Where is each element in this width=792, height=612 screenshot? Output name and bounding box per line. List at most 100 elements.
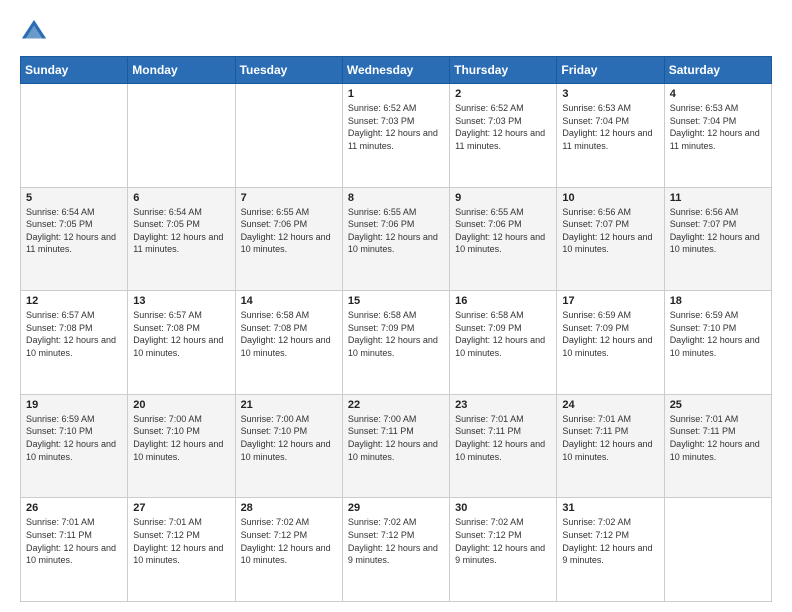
- day-number: 3: [562, 88, 658, 100]
- day-info: Sunrise: 7:01 AMSunset: 7:12 PMDaylight:…: [133, 517, 223, 565]
- calendar-cell: 2 Sunrise: 6:52 AMSunset: 7:03 PMDayligh…: [450, 84, 557, 188]
- calendar-cell: 13 Sunrise: 6:57 AMSunset: 7:08 PMDaylig…: [128, 291, 235, 395]
- day-number: 11: [670, 192, 766, 204]
- calendar-cell: 8 Sunrise: 6:55 AMSunset: 7:06 PMDayligh…: [342, 187, 449, 291]
- day-number: 29: [348, 502, 444, 514]
- calendar-cell: 30 Sunrise: 7:02 AMSunset: 7:12 PMDaylig…: [450, 498, 557, 602]
- calendar-cell: [664, 498, 771, 602]
- calendar-cell: 5 Sunrise: 6:54 AMSunset: 7:05 PMDayligh…: [21, 187, 128, 291]
- calendar-week-row: 19 Sunrise: 6:59 AMSunset: 7:10 PMDaylig…: [21, 394, 772, 498]
- calendar-day-header: Sunday: [21, 57, 128, 84]
- day-info: Sunrise: 6:56 AMSunset: 7:07 PMDaylight:…: [670, 207, 760, 255]
- calendar-cell: 1 Sunrise: 6:52 AMSunset: 7:03 PMDayligh…: [342, 84, 449, 188]
- day-number: 31: [562, 502, 658, 514]
- day-number: 20: [133, 399, 229, 411]
- calendar-cell: 10 Sunrise: 6:56 AMSunset: 7:07 PMDaylig…: [557, 187, 664, 291]
- logo: [20, 18, 52, 46]
- day-info: Sunrise: 7:02 AMSunset: 7:12 PMDaylight:…: [241, 517, 331, 565]
- day-info: Sunrise: 6:55 AMSunset: 7:06 PMDaylight:…: [348, 207, 438, 255]
- day-info: Sunrise: 7:02 AMSunset: 7:12 PMDaylight:…: [348, 517, 438, 565]
- day-info: Sunrise: 7:02 AMSunset: 7:12 PMDaylight:…: [455, 517, 545, 565]
- calendar-cell: 26 Sunrise: 7:01 AMSunset: 7:11 PMDaylig…: [21, 498, 128, 602]
- day-info: Sunrise: 7:01 AMSunset: 7:11 PMDaylight:…: [455, 414, 545, 462]
- day-number: 9: [455, 192, 551, 204]
- day-number: 19: [26, 399, 122, 411]
- day-number: 28: [241, 502, 337, 514]
- calendar-cell: 22 Sunrise: 7:00 AMSunset: 7:11 PMDaylig…: [342, 394, 449, 498]
- day-info: Sunrise: 6:58 AMSunset: 7:09 PMDaylight:…: [455, 310, 545, 358]
- calendar-cell: 9 Sunrise: 6:55 AMSunset: 7:06 PMDayligh…: [450, 187, 557, 291]
- calendar-day-header: Thursday: [450, 57, 557, 84]
- calendar-cell: 7 Sunrise: 6:55 AMSunset: 7:06 PMDayligh…: [235, 187, 342, 291]
- day-number: 22: [348, 399, 444, 411]
- calendar-cell: 6 Sunrise: 6:54 AMSunset: 7:05 PMDayligh…: [128, 187, 235, 291]
- calendar-cell: 4 Sunrise: 6:53 AMSunset: 7:04 PMDayligh…: [664, 84, 771, 188]
- day-number: 16: [455, 295, 551, 307]
- page: SundayMondayTuesdayWednesdayThursdayFrid…: [0, 0, 792, 612]
- calendar-week-row: 26 Sunrise: 7:01 AMSunset: 7:11 PMDaylig…: [21, 498, 772, 602]
- day-number: 18: [670, 295, 766, 307]
- day-info: Sunrise: 7:00 AMSunset: 7:11 PMDaylight:…: [348, 414, 438, 462]
- calendar-cell: 21 Sunrise: 7:00 AMSunset: 7:10 PMDaylig…: [235, 394, 342, 498]
- day-info: Sunrise: 6:57 AMSunset: 7:08 PMDaylight:…: [133, 310, 223, 358]
- day-number: 25: [670, 399, 766, 411]
- calendar-day-header: Wednesday: [342, 57, 449, 84]
- day-info: Sunrise: 6:58 AMSunset: 7:08 PMDaylight:…: [241, 310, 331, 358]
- calendar-day-header: Saturday: [664, 57, 771, 84]
- day-info: Sunrise: 6:56 AMSunset: 7:07 PMDaylight:…: [562, 207, 652, 255]
- calendar-cell: 19 Sunrise: 6:59 AMSunset: 7:10 PMDaylig…: [21, 394, 128, 498]
- day-info: Sunrise: 6:59 AMSunset: 7:10 PMDaylight:…: [26, 414, 116, 462]
- day-number: 1: [348, 88, 444, 100]
- calendar-cell: 17 Sunrise: 6:59 AMSunset: 7:09 PMDaylig…: [557, 291, 664, 395]
- calendar-table: SundayMondayTuesdayWednesdayThursdayFrid…: [20, 56, 772, 602]
- day-info: Sunrise: 6:52 AMSunset: 7:03 PMDaylight:…: [455, 103, 545, 151]
- calendar-header-row: SundayMondayTuesdayWednesdayThursdayFrid…: [21, 57, 772, 84]
- calendar-week-row: 12 Sunrise: 6:57 AMSunset: 7:08 PMDaylig…: [21, 291, 772, 395]
- day-number: 10: [562, 192, 658, 204]
- calendar-cell: [21, 84, 128, 188]
- day-number: 27: [133, 502, 229, 514]
- day-number: 30: [455, 502, 551, 514]
- day-number: 13: [133, 295, 229, 307]
- day-number: 17: [562, 295, 658, 307]
- calendar-cell: 24 Sunrise: 7:01 AMSunset: 7:11 PMDaylig…: [557, 394, 664, 498]
- day-number: 15: [348, 295, 444, 307]
- day-info: Sunrise: 6:54 AMSunset: 7:05 PMDaylight:…: [133, 207, 223, 255]
- day-info: Sunrise: 6:59 AMSunset: 7:10 PMDaylight:…: [670, 310, 760, 358]
- calendar-cell: 18 Sunrise: 6:59 AMSunset: 7:10 PMDaylig…: [664, 291, 771, 395]
- day-info: Sunrise: 6:58 AMSunset: 7:09 PMDaylight:…: [348, 310, 438, 358]
- day-info: Sunrise: 6:52 AMSunset: 7:03 PMDaylight:…: [348, 103, 438, 151]
- day-info: Sunrise: 7:01 AMSunset: 7:11 PMDaylight:…: [26, 517, 116, 565]
- calendar-cell: 14 Sunrise: 6:58 AMSunset: 7:08 PMDaylig…: [235, 291, 342, 395]
- calendar-cell: 27 Sunrise: 7:01 AMSunset: 7:12 PMDaylig…: [128, 498, 235, 602]
- day-number: 14: [241, 295, 337, 307]
- calendar-cell: 28 Sunrise: 7:02 AMSunset: 7:12 PMDaylig…: [235, 498, 342, 602]
- calendar-cell: 11 Sunrise: 6:56 AMSunset: 7:07 PMDaylig…: [664, 187, 771, 291]
- calendar-cell: 25 Sunrise: 7:01 AMSunset: 7:11 PMDaylig…: [664, 394, 771, 498]
- day-number: 8: [348, 192, 444, 204]
- calendar-cell: 3 Sunrise: 6:53 AMSunset: 7:04 PMDayligh…: [557, 84, 664, 188]
- day-number: 2: [455, 88, 551, 100]
- day-number: 12: [26, 295, 122, 307]
- day-number: 23: [455, 399, 551, 411]
- day-info: Sunrise: 6:57 AMSunset: 7:08 PMDaylight:…: [26, 310, 116, 358]
- calendar-cell: 23 Sunrise: 7:01 AMSunset: 7:11 PMDaylig…: [450, 394, 557, 498]
- day-info: Sunrise: 6:55 AMSunset: 7:06 PMDaylight:…: [455, 207, 545, 255]
- day-number: 26: [26, 502, 122, 514]
- header: [20, 18, 772, 46]
- day-info: Sunrise: 6:59 AMSunset: 7:09 PMDaylight:…: [562, 310, 652, 358]
- calendar-week-row: 5 Sunrise: 6:54 AMSunset: 7:05 PMDayligh…: [21, 187, 772, 291]
- calendar-cell: 15 Sunrise: 6:58 AMSunset: 7:09 PMDaylig…: [342, 291, 449, 395]
- day-info: Sunrise: 7:00 AMSunset: 7:10 PMDaylight:…: [133, 414, 223, 462]
- day-info: Sunrise: 7:01 AMSunset: 7:11 PMDaylight:…: [562, 414, 652, 462]
- day-number: 5: [26, 192, 122, 204]
- calendar-cell: 16 Sunrise: 6:58 AMSunset: 7:09 PMDaylig…: [450, 291, 557, 395]
- calendar-cell: [128, 84, 235, 188]
- logo-icon: [20, 18, 48, 46]
- calendar-cell: [235, 84, 342, 188]
- day-info: Sunrise: 7:02 AMSunset: 7:12 PMDaylight:…: [562, 517, 652, 565]
- calendar-day-header: Friday: [557, 57, 664, 84]
- day-number: 4: [670, 88, 766, 100]
- day-number: 21: [241, 399, 337, 411]
- calendar-cell: 12 Sunrise: 6:57 AMSunset: 7:08 PMDaylig…: [21, 291, 128, 395]
